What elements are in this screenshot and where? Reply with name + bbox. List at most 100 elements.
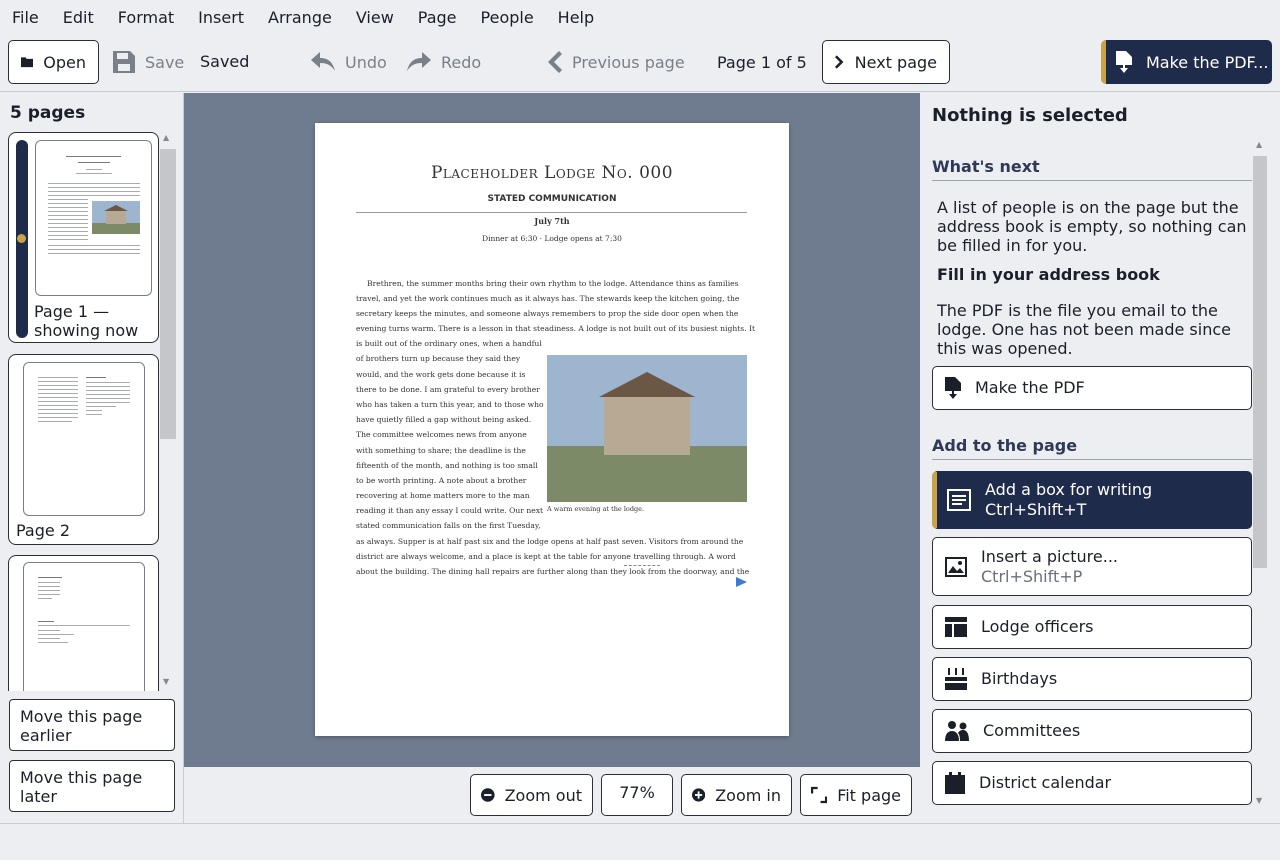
- menu-help[interactable]: Help: [558, 8, 594, 27]
- menu-bar: File Edit Format Insert Arrange View Pag…: [0, 0, 1280, 34]
- panel-scroll-thumb[interactable]: [1253, 156, 1267, 568]
- redo-button[interactable]: Redo: [407, 40, 481, 84]
- text-overflow-icon[interactable]: [736, 577, 747, 587]
- insert-picture-shortcut: Ctrl+Shift+P: [981, 566, 1083, 586]
- document-page[interactable]: Placeholder Lodge No. 000 STATED COMMUNI…: [315, 123, 789, 736]
- panel-make-pdf-label: Make the PDF: [975, 378, 1085, 397]
- page-thumbnail-1[interactable]: Page 1 — showing now: [8, 132, 159, 343]
- insert-picture-label: Insert a picture...: [981, 546, 1119, 566]
- next-page-button[interactable]: Next page: [822, 40, 950, 84]
- panel-make-pdf-button[interactable]: Make the PDF: [932, 366, 1252, 410]
- text-line: The committee welcomes news from anyone: [356, 430, 527, 439]
- fit-page-icon: [811, 786, 828, 804]
- page-thumbnail-3[interactable]: [8, 555, 159, 691]
- previous-page-label: Previous page: [572, 52, 685, 72]
- page-2-preview: [23, 362, 145, 516]
- fit-page-button[interactable]: Fit page: [800, 774, 912, 816]
- pdf-message: The PDF is the file you email to the lod…: [937, 301, 1231, 358]
- redo-icon: [407, 52, 431, 71]
- address-book-message: A list of people is on the page but the …: [937, 198, 1247, 255]
- meeting-date[interactable]: July 7th: [315, 216, 789, 226]
- zoom-out-button[interactable]: Zoom out: [470, 774, 593, 816]
- page-3-preview: [23, 562, 145, 691]
- table-layout-icon: [945, 617, 967, 637]
- committees-label: Committees: [983, 721, 1081, 740]
- menu-file[interactable]: File: [12, 8, 39, 27]
- menu-arrange[interactable]: Arrange: [268, 8, 332, 27]
- calendar-icon: [945, 772, 965, 794]
- lodge-officers-button[interactable]: Lodge officers: [932, 605, 1252, 649]
- birthdays-label: Birthdays: [981, 669, 1058, 688]
- text-line: to be worth printing. A note about a bro…: [356, 476, 527, 485]
- current-page-dot: [17, 234, 26, 243]
- text-line: reading it than any essay I could write.…: [356, 506, 544, 515]
- text-box-icon: [947, 489, 971, 511]
- move-page-later-button[interactable]: Move this page later: [9, 760, 175, 812]
- thumbnail-scroll-thumb[interactable]: [160, 149, 176, 439]
- document-title[interactable]: Placeholder Lodge No. 000: [315, 163, 789, 183]
- whats-next-heading: What's next: [932, 157, 1252, 181]
- next-page-label: Next page: [854, 52, 937, 72]
- text-line: would, and the work gets done because it…: [356, 370, 526, 379]
- people-icon: [945, 721, 969, 741]
- chevron-left-icon: [548, 51, 562, 73]
- text-line: fifteenth of the month, and nothing is t…: [356, 461, 538, 470]
- page-thumbnail-list: Page 1 — showing now Page 2: [8, 131, 176, 691]
- fit-page-label: Fit page: [837, 785, 901, 805]
- zoom-level-field[interactable]: 77%: [601, 774, 673, 816]
- title-divider: [356, 212, 747, 213]
- menu-people[interactable]: People: [481, 8, 534, 27]
- committees-button[interactable]: Committees: [932, 709, 1252, 753]
- add-to-page-heading: Add to the page: [932, 436, 1252, 460]
- menu-edit[interactable]: Edit: [63, 8, 94, 27]
- zoom-out-label: Zoom out: [504, 785, 582, 805]
- make-pdf-label: Make the PDF...: [1146, 52, 1269, 72]
- meeting-times[interactable]: Dinner at 6:30 · Lodge opens at 7:30: [315, 234, 789, 243]
- zoom-in-button[interactable]: Zoom in: [681, 774, 792, 816]
- lodge-picture[interactable]: [547, 355, 747, 502]
- panel-scrollbar[interactable]: ▲ ▼: [1252, 140, 1268, 810]
- cake-icon: [945, 668, 967, 690]
- fill-address-book-link[interactable]: Fill in your address book: [937, 265, 1247, 284]
- district-calendar-button[interactable]: District calendar: [932, 761, 1252, 805]
- text-line: have quietly filled a gap without being …: [356, 415, 532, 424]
- lodge-officers-label: Lodge officers: [981, 617, 1094, 636]
- thumbnail-scrollbar[interactable]: ▲ ▼: [160, 131, 176, 691]
- menu-page[interactable]: Page: [418, 8, 457, 27]
- pages-heading: 5 pages: [10, 103, 86, 123]
- add-text-box-shortcut: Ctrl+Shift+T: [985, 500, 1087, 519]
- floppy-disk-icon: [113, 51, 135, 73]
- save-button[interactable]: Save: [113, 40, 184, 84]
- undo-button[interactable]: Undo: [311, 40, 387, 84]
- insert-picture-button[interactable]: Insert a picture... Ctrl+Shift+P: [932, 537, 1252, 596]
- page-1-preview: [35, 140, 152, 296]
- add-text-box-button[interactable]: Add a box for writing Ctrl+Shift+T: [932, 471, 1252, 529]
- zoom-bar: Zoom out 77% Zoom in Fit page: [184, 767, 920, 823]
- selection-title: Nothing is selected: [932, 105, 1128, 126]
- move-page-earlier-button[interactable]: Move this page earlier: [9, 699, 175, 751]
- menu-insert[interactable]: Insert: [198, 8, 244, 27]
- page-1-label: Page 1 — showing now: [34, 302, 139, 340]
- picture-caption[interactable]: A warm evening at the lodge.: [547, 505, 644, 513]
- previous-page-button[interactable]: Previous page: [546, 40, 685, 84]
- make-pdf-button[interactable]: Make the PDF...: [1101, 40, 1272, 84]
- page-thumbnail-2[interactable]: Page 2: [8, 354, 159, 545]
- open-button[interactable]: Open: [8, 40, 99, 84]
- file-download-icon: [1116, 51, 1132, 73]
- text-link-marker: [624, 565, 660, 566]
- text-line: about the building. The dining hall repa…: [356, 567, 750, 576]
- menu-view[interactable]: View: [356, 8, 394, 27]
- file-download-icon: [945, 377, 961, 399]
- text-line: Brethren, the summer months bring their …: [367, 279, 739, 288]
- text-line: as always. Supper is at half past six an…: [356, 537, 744, 546]
- birthdays-button[interactable]: Birthdays: [932, 657, 1252, 701]
- picture-roof: [599, 372, 695, 397]
- page-2-label: Page 2: [16, 521, 70, 540]
- image-icon: [945, 556, 967, 577]
- document-subtitle[interactable]: STATED COMMUNICATION: [315, 194, 789, 204]
- menu-format[interactable]: Format: [118, 8, 174, 27]
- save-label: Save: [145, 52, 185, 72]
- text-line: who has taken a turn this year, and to t…: [356, 400, 544, 409]
- text-line: recovering at home matters more to the m…: [356, 491, 530, 500]
- add-text-box-label: Add a box for writing: [985, 480, 1153, 499]
